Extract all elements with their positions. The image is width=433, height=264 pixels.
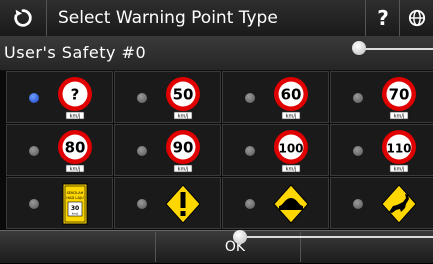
globe-button[interactable] xyxy=(399,0,433,36)
radio-button[interactable] xyxy=(245,199,255,209)
globe-icon xyxy=(408,9,426,27)
sign-cell[interactable] xyxy=(222,177,329,229)
speed-unit: km/j xyxy=(178,167,189,173)
speed-limit-icon: ? km/j xyxy=(58,77,92,120)
radio-button[interactable] xyxy=(353,146,363,156)
question-icon: ? xyxy=(377,6,389,30)
radio-button[interactable] xyxy=(353,199,363,209)
sign-grid: ? km/j 50 km/j 60 km/j 70 km/j 80 km/j 90 km/j 100 km… xyxy=(0,71,433,230)
bottom-slider-knob[interactable] xyxy=(233,230,247,244)
school-line1: SEKOLAH xyxy=(67,191,84,195)
page-title: Select Warning Point Type xyxy=(58,8,278,28)
speed-value: 80 xyxy=(65,139,86,157)
bottom-divider xyxy=(155,232,156,262)
bottom-slider-track[interactable] xyxy=(240,236,433,238)
subheader: User's Safety #0 xyxy=(0,36,433,71)
speed-limit-icon: 60 km/j xyxy=(274,77,308,120)
radio-button[interactable] xyxy=(29,93,39,103)
sign-cell[interactable]: 90 km/j xyxy=(114,124,221,176)
radio-button[interactable] xyxy=(137,146,147,156)
speed-value: 70 xyxy=(389,86,410,104)
radio-button[interactable] xyxy=(137,199,147,209)
sign-cell[interactable]: 50 km/j xyxy=(114,71,221,123)
speed-value: 50 xyxy=(173,86,194,104)
profile-label: User's Safety #0 xyxy=(4,43,147,62)
deer-crossing-icon xyxy=(381,184,417,224)
speed-limit-icon: 50 km/j xyxy=(166,77,200,120)
refresh-back-icon xyxy=(14,9,32,27)
back-button[interactable] xyxy=(0,0,47,36)
sign-cell[interactable] xyxy=(114,177,221,229)
radio-button[interactable] xyxy=(29,199,39,209)
speed-limit-icon: 70 km/j xyxy=(382,77,416,120)
speed-unit: km/j xyxy=(178,114,189,120)
bump-warning-icon xyxy=(273,184,309,224)
speed-limit-icon: 90 km/j xyxy=(166,130,200,173)
speed-limit-icon: 80 km/j xyxy=(58,130,92,173)
title-bar: Select Warning Point Type ? xyxy=(0,0,433,37)
sign-cell[interactable] xyxy=(330,177,433,229)
speed-unit: km/j xyxy=(394,114,405,120)
radio-button[interactable] xyxy=(29,146,39,156)
sign-cell[interactable]: 110 km/j xyxy=(330,124,433,176)
speed-unit: km/j xyxy=(286,167,297,173)
radio-button[interactable] xyxy=(245,146,255,156)
speed-value: 100 xyxy=(278,142,303,156)
sign-cell[interactable]: 100 km/j xyxy=(222,124,329,176)
sign-cell[interactable]: SEKOLAH HAD LAJU 30 km/j xyxy=(6,177,113,229)
speed-unit: km/j xyxy=(394,167,405,173)
speed-value: 90 xyxy=(173,139,194,157)
speed-unit: km/j xyxy=(70,167,81,173)
radio-button[interactable] xyxy=(353,93,363,103)
exclamation-warning-icon xyxy=(165,184,201,224)
radio-button[interactable] xyxy=(245,93,255,103)
speed-limit-icon: 110 km/j xyxy=(382,130,416,173)
school-zone-icon: SEKOLAHHAD LAJU30km/j xyxy=(62,183,88,225)
sign-cell[interactable]: 60 km/j xyxy=(222,71,329,123)
sign-cell[interactable]: 80 km/j xyxy=(6,124,113,176)
speed-limit-icon: 100 km/j xyxy=(274,130,308,173)
speed-unit: km/j xyxy=(70,114,81,120)
school-line2: HAD LAJU xyxy=(66,196,84,200)
radio-button[interactable] xyxy=(137,93,147,103)
help-button[interactable]: ? xyxy=(365,0,400,36)
app: Select Warning Point Type ? User's Safet… xyxy=(0,0,433,263)
speed-value: 110 xyxy=(386,142,411,156)
school-unit: km/j xyxy=(72,212,79,216)
top-slider-knob[interactable] xyxy=(352,41,366,55)
sign-cell[interactable]: ? km/j xyxy=(6,71,113,123)
speed-value: ? xyxy=(71,86,80,104)
sign-cell[interactable]: 70 km/j xyxy=(330,71,433,123)
speed-unit: km/j xyxy=(286,114,297,120)
speed-value: 60 xyxy=(281,86,302,104)
top-slider-track[interactable] xyxy=(360,48,433,50)
